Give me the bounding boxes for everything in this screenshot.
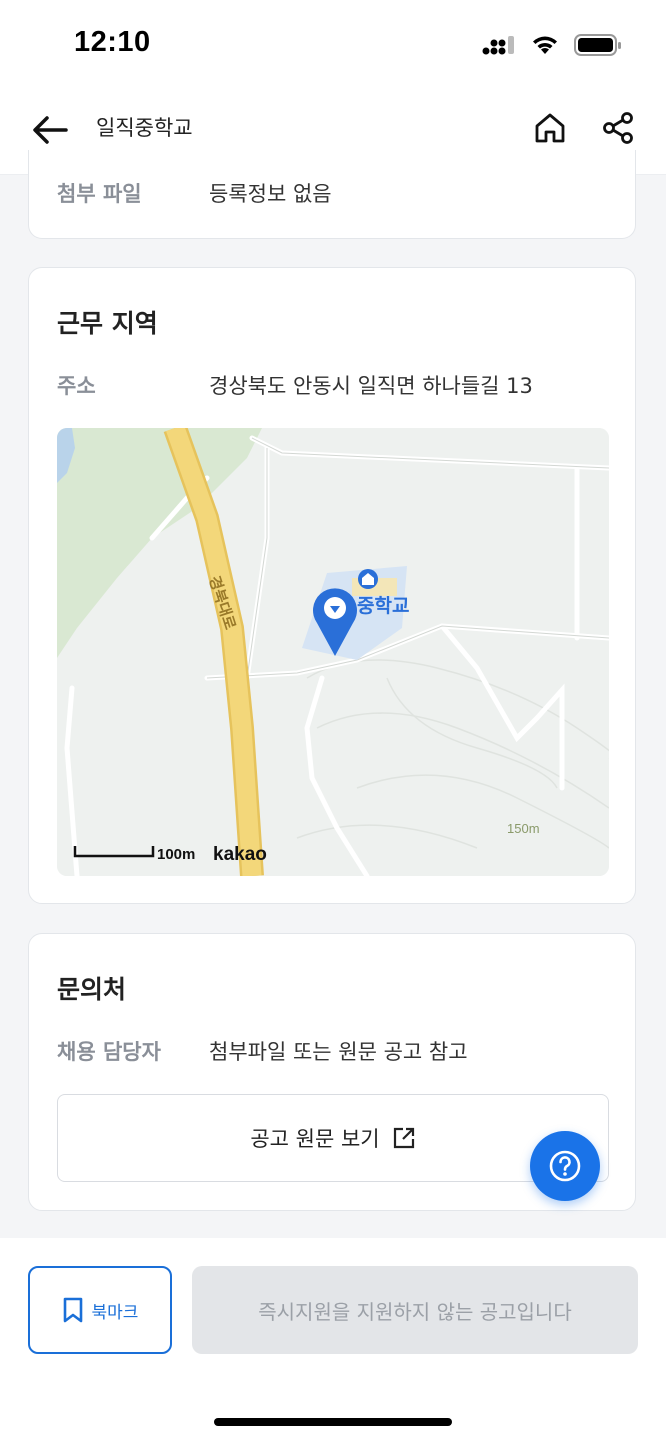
status-icons [482, 30, 622, 60]
home-button[interactable] [528, 106, 572, 150]
external-link-icon [393, 1127, 414, 1149]
home-icon [535, 113, 565, 143]
attachment-label: 첨부 파일 [57, 182, 142, 206]
status-bar: 12:10 [0, 0, 666, 88]
share-icon [603, 112, 633, 144]
view-original-label: 공고 원문 보기 [250, 1127, 380, 1151]
page-title: 일직중학교 [96, 116, 193, 140]
apply-button-disabled: 즉시지원을 지원하지 않는 공고입니다 [192, 1266, 638, 1354]
attachment-card: 첨부 파일 등록정보 없음 [28, 150, 636, 239]
bottom-action-bar: 북마크 즉시지원을 지원하지 않는 공고입니다 [0, 1238, 666, 1440]
contact-title: 문의처 [57, 975, 127, 1004]
work-region-title: 근무 지역 [57, 309, 158, 338]
back-button[interactable] [28, 108, 72, 152]
manager-value: 첨부파일 또는 원문 공고 참고 [209, 1040, 468, 1064]
battery-icon [574, 34, 621, 56]
work-region-card: 근무 지역 주소 경상북도 안동시 일직면 하나들길 13 경북대로 중학교 1… [28, 267, 636, 904]
map-poi-label: 중학교 [357, 595, 409, 617]
bookmark-label: 북마크 [91, 1302, 139, 1323]
map-scale-label: 100m [157, 846, 195, 863]
home-indicator [214, 1418, 452, 1426]
status-time: 12:10 [74, 26, 151, 58]
map-provider-logo: kakao [213, 844, 267, 865]
manager-label: 채용 담당자 [57, 1040, 161, 1064]
map-contour-label: 150m [507, 821, 540, 836]
question-icon [549, 1150, 581, 1182]
apply-label: 즉시지원을 지원하지 않는 공고입니다 [258, 1299, 572, 1324]
help-button[interactable] [530, 1131, 600, 1201]
back-arrow-icon [33, 116, 68, 144]
bookmark-icon [63, 1297, 82, 1323]
share-button[interactable] [596, 106, 640, 150]
signal-icon [482, 36, 514, 55]
view-original-button[interactable]: 공고 원문 보기 [57, 1094, 609, 1182]
bookmark-button[interactable]: 북마크 [28, 1266, 172, 1354]
attachment-value: 등록정보 없음 [209, 182, 332, 206]
address-label: 주소 [57, 374, 96, 398]
wifi-icon [533, 36, 557, 54]
location-map[interactable]: 경북대로 중학교 150m 100m kakao [57, 428, 609, 876]
address-value: 경상북도 안동시 일직면 하나들길 13 [209, 374, 533, 398]
